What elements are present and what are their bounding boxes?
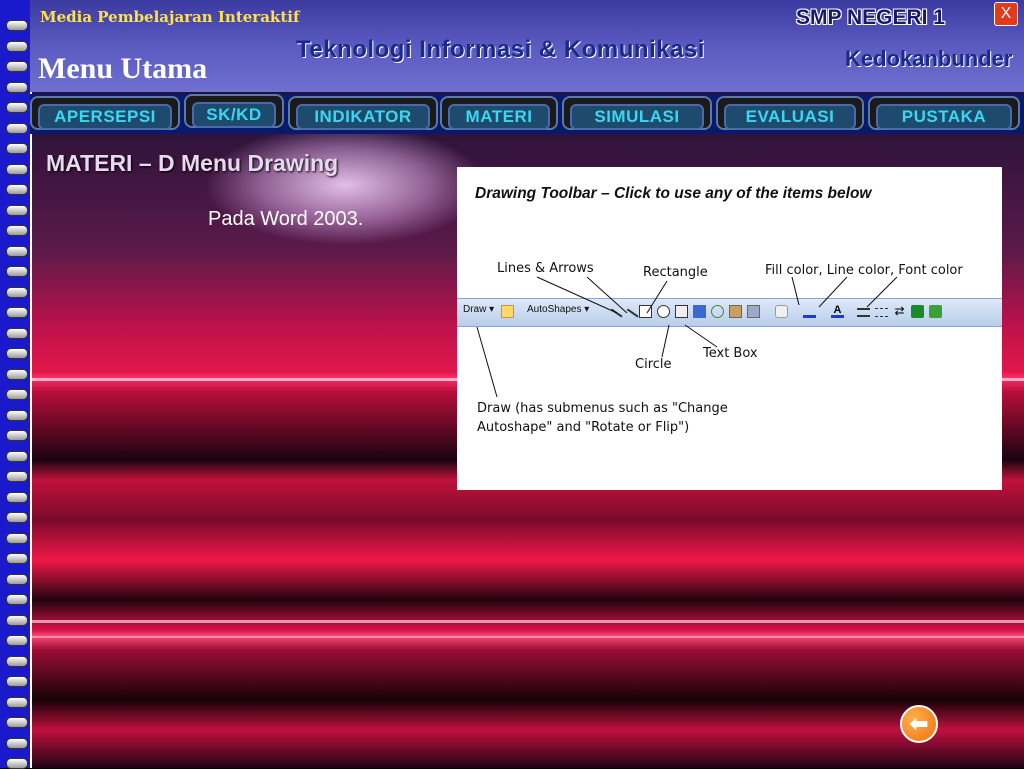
spiral-ring — [6, 368, 28, 380]
spiral-ring — [6, 327, 28, 339]
nav-apersepsi-button[interactable]: APERSEPSI — [30, 96, 180, 130]
spiral-ring — [6, 450, 28, 462]
spiral-ring — [6, 553, 28, 564]
spiral-ring — [6, 573, 28, 585]
nav-label: SK/KD — [192, 102, 276, 128]
nav-simulasi-button[interactable]: SIMULASI — [562, 96, 712, 130]
spiral-ring — [6, 696, 28, 708]
nav-label: INDIKATOR — [296, 104, 430, 130]
content-subtitle: Pada Word 2003. — [208, 208, 364, 230]
spiral-ring — [6, 163, 28, 175]
spiral-ring — [6, 594, 28, 605]
city-name: Kedokanbunder — [845, 46, 1013, 71]
spiral-ring — [6, 758, 28, 769]
spiral-ring — [6, 307, 28, 318]
menu-title: Menu Utama — [38, 52, 208, 85]
spiral-ring — [6, 184, 28, 195]
nav-indikator-button[interactable]: INDIKATOR — [288, 96, 438, 130]
spiral-ring — [6, 655, 28, 667]
spiral-ring — [6, 717, 28, 728]
spiral-ring — [6, 348, 28, 359]
spiral-ring — [6, 20, 28, 31]
app-title: Media Pembelajaran Interaktif — [40, 8, 300, 26]
drawing-toolbar-figure: Drawing Toolbar – Click to use any of th… — [457, 167, 1002, 490]
spiral-ring — [6, 122, 28, 134]
spiral-ring — [6, 102, 28, 113]
nav-skkd-button[interactable]: SK/KD — [184, 94, 284, 128]
spiral-ring — [6, 409, 28, 421]
spiral-ring — [6, 266, 28, 277]
left-arrow-icon: ⬅ — [909, 711, 929, 736]
callout-lines — [476, 276, 898, 398]
content-title: MATERI – D Menu Drawing — [46, 150, 339, 176]
nav-label: MATERI — [448, 104, 550, 130]
school-name: SMP NEGERI 1 — [796, 6, 945, 29]
nav-pustaka-button[interactable]: PUSTAKA — [868, 96, 1020, 130]
nav-label: APERSEPSI — [38, 104, 172, 130]
close-button[interactable]: X — [994, 2, 1018, 26]
spiral-ring — [6, 430, 28, 441]
nav-label: EVALUASI — [724, 104, 856, 130]
spiral-ring — [6, 471, 28, 482]
spiral-ring — [6, 512, 28, 523]
water-reflection — [30, 620, 1024, 623]
subject-title: Teknologi Informasi & Komunikasi — [296, 36, 705, 63]
nav-evaluasi-button[interactable]: EVALUASI — [716, 96, 864, 130]
spiral-ring — [6, 61, 28, 72]
spiral-ring — [6, 614, 28, 626]
back-button[interactable]: ⬅ — [900, 705, 938, 743]
spiral-ring — [6, 143, 28, 154]
nav-label: SIMULASI — [570, 104, 704, 130]
nav-label: PUSTAKA — [876, 104, 1012, 130]
spiral-ring — [6, 737, 28, 749]
spiral-ring — [6, 225, 28, 236]
spiral-ring — [6, 40, 28, 52]
spiral-ring — [6, 491, 28, 503]
spiral-ring — [6, 676, 28, 687]
spiral-ring — [6, 286, 28, 298]
spiral-ring — [6, 245, 28, 257]
spiral-binding — [0, 0, 32, 769]
water-reflection — [30, 636, 1024, 638]
nav-materi-button[interactable]: MATERI — [440, 96, 558, 130]
spiral-ring — [6, 81, 28, 93]
spiral-ring — [6, 389, 28, 400]
nav-bar: APERSEPSI SK/KD INDIKATOR MATERI SIMULAS… — [30, 94, 1024, 134]
spiral-ring — [6, 532, 28, 544]
spiral-ring — [6, 204, 28, 216]
spiral-ring — [6, 635, 28, 646]
